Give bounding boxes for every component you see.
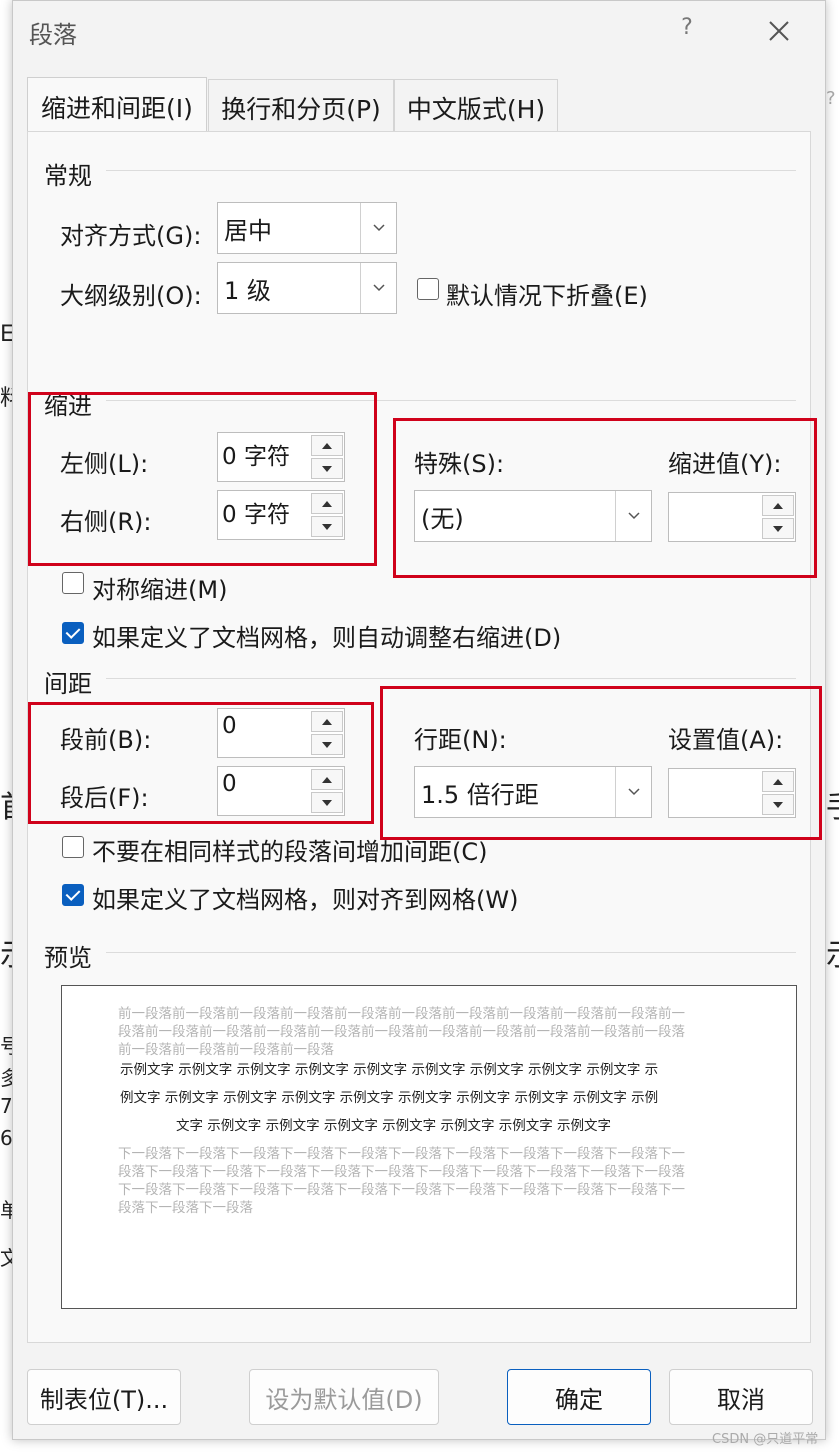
mirror-indents-checkbox[interactable] bbox=[62, 572, 84, 594]
section-divider bbox=[106, 952, 796, 953]
snap-to-grid-checkbox[interactable] bbox=[62, 884, 84, 906]
tab-indents-spacing[interactable]: 缩进和间距(I) bbox=[27, 77, 207, 135]
preview-sample-line: 例文字 示例文字 示例文字 示例文字 示例文字 示例文字 示例文字 示例文字 示… bbox=[120, 1090, 659, 1106]
tab-asian-typography[interactable]: 中文版式(H) bbox=[394, 79, 558, 135]
background-fragment: 手 bbox=[826, 782, 839, 826]
close-icon bbox=[769, 21, 789, 41]
section-divider bbox=[106, 678, 796, 679]
preview-next-line: 段落下一段落下一段落下一段落下一段落下一段落下一段落下一段落下一段落下一段落下一… bbox=[118, 1164, 685, 1180]
paragraph-dialog: 段落 ? 缩进和间距(I) 换行和分页(P) 中文版式(H) 常规 对齐方式(G… bbox=[12, 0, 826, 1440]
preview-next-line: 下一段落下一段落下一段落下一段落下一段落下一段落下一段落下一段落下一段落下一段落… bbox=[118, 1182, 685, 1198]
tab-line-page-breaks[interactable]: 换行和分页(P) bbox=[208, 79, 394, 135]
preview-box: 前一段落前一段落前一段落前一段落前一段落前一段落前一段落前一段落前一段落前一段落… bbox=[61, 985, 797, 1309]
preview-previous-line: 段落前一段落前一段落前一段落前一段落前一段落前一段落前一段落前一段落前一段落前一… bbox=[118, 1024, 685, 1040]
tabs-button[interactable]: 制表位(T)... bbox=[27, 1369, 181, 1425]
preview-sample-line: 示例文字 示例文字 示例文字 示例文字 示例文字 示例文字 示例文字 示例文字 … bbox=[120, 1062, 659, 1078]
highlight-box-line-spacing bbox=[380, 686, 822, 840]
background-fragment: 示 bbox=[826, 930, 839, 974]
outline-level-select[interactable]: 1 级 bbox=[217, 262, 397, 314]
outline-level-value: 1 级 bbox=[224, 276, 271, 305]
preview-next-line: 下一段落下一段落下一段落下一段落下一段落下一段落下一段落下一段落下一段落下一段落… bbox=[118, 1146, 685, 1162]
close-button[interactable] bbox=[761, 13, 797, 49]
outline-level-label: 大纲级别(O): bbox=[60, 282, 202, 310]
dialog-title: 段落 bbox=[29, 21, 77, 49]
watermark: CSDN @只道平常 bbox=[712, 1432, 819, 1447]
highlight-box-indent-left-right bbox=[28, 392, 377, 566]
auto-adjust-right-indent-label[interactable]: 如果定义了文档网格，则自动调整右缩进(D) bbox=[92, 618, 561, 653]
background-fragment: 7 bbox=[0, 1094, 13, 1118]
cancel-button[interactable]: 取消 bbox=[669, 1369, 813, 1425]
auto-adjust-right-indent-checkbox[interactable] bbox=[62, 622, 84, 644]
section-title-preview: 预览 bbox=[44, 944, 92, 972]
alignment-select[interactable]: 居中 bbox=[217, 202, 397, 254]
set-as-default-button[interactable]: 设为默认值(D) bbox=[249, 1369, 439, 1425]
ok-button[interactable]: 确定 bbox=[507, 1369, 651, 1425]
preview-next-line: 段落下一段落下一段落 bbox=[118, 1200, 253, 1216]
mirror-indents-label[interactable]: 对称缩进(M) bbox=[92, 570, 227, 605]
highlight-box-special-indent bbox=[393, 418, 817, 578]
section-divider bbox=[106, 170, 796, 171]
snap-to-grid-label[interactable]: 如果定义了文档网格，则对齐到网格(W) bbox=[92, 880, 518, 915]
chevron-down-icon[interactable] bbox=[360, 263, 396, 313]
chevron-down-icon[interactable] bbox=[360, 203, 396, 253]
preview-sample-line: 文字 示例文字 示例文字 示例文字 示例文字 示例文字 示例文字 示例文字 bbox=[176, 1118, 612, 1134]
background-fragment: ? bbox=[826, 88, 836, 109]
preview-previous-line: 前一段落前一段落前一段落前一段落前一段落前一段落前一段落前一段落前一段落前一段落… bbox=[118, 1006, 685, 1022]
collapse-by-default-label[interactable]: 默认情况下折叠(E) bbox=[446, 276, 648, 311]
alignment-value: 居中 bbox=[224, 216, 272, 245]
highlight-box-space-before-after bbox=[28, 702, 374, 824]
preview-previous-line: 前一段落前一段落前一段落前一段落 bbox=[118, 1042, 334, 1058]
section-title-general: 常规 bbox=[44, 162, 92, 190]
section-title-spacing: 间距 bbox=[44, 670, 92, 698]
background-fragment: 6 bbox=[0, 1126, 13, 1150]
collapse-by-default-checkbox[interactable] bbox=[417, 278, 439, 300]
alignment-label: 对齐方式(G): bbox=[60, 222, 202, 250]
dont-add-space-checkbox[interactable] bbox=[62, 836, 84, 858]
help-button[interactable]: ? bbox=[675, 15, 699, 47]
